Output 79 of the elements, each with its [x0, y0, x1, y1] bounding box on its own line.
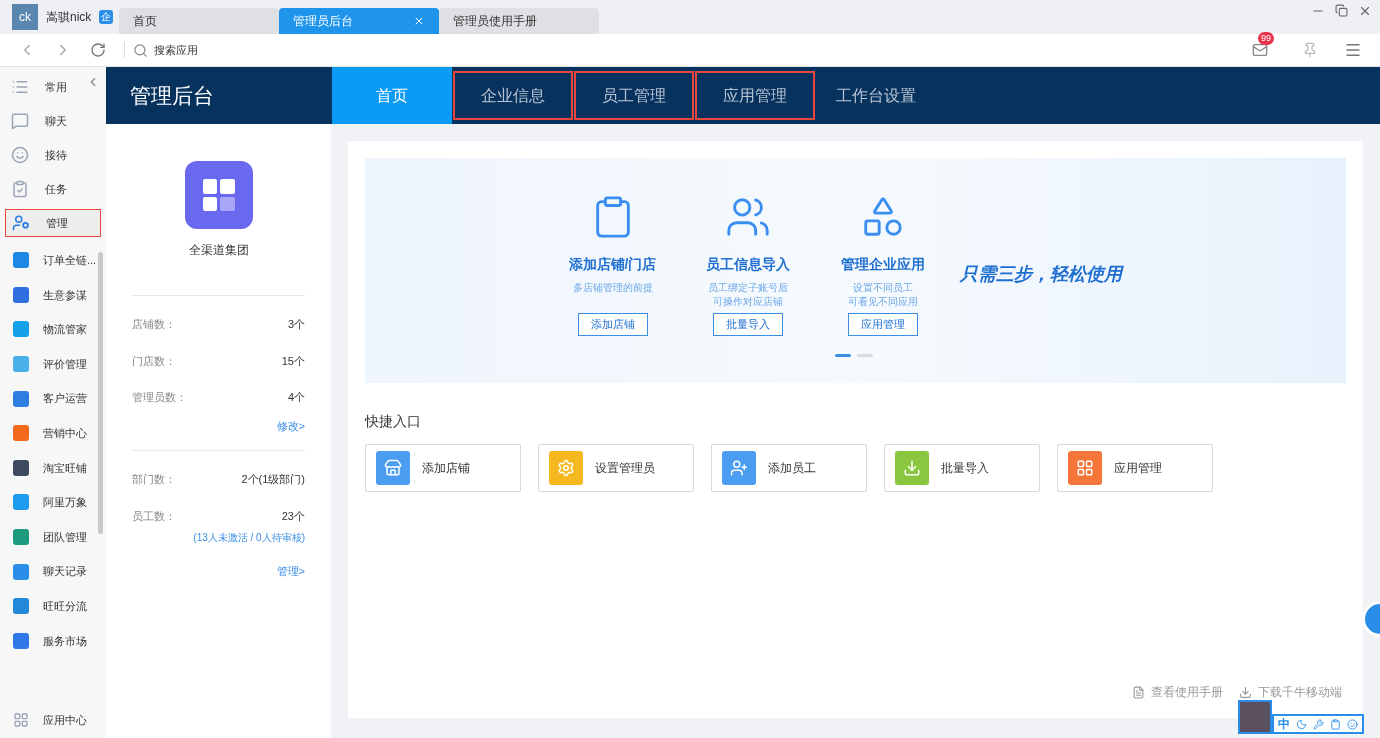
- restore-icon[interactable]: [1335, 4, 1348, 17]
- smiley-icon[interactable]: [1347, 718, 1358, 730]
- stat-label: 店铺数：: [132, 317, 176, 332]
- menu-icon[interactable]: [1344, 41, 1362, 59]
- step-button[interactable]: 批量导入: [712, 313, 783, 336]
- sidebar-item[interactable]: 阿里万象: [0, 485, 106, 520]
- user-gear-icon: [12, 214, 30, 232]
- step-button[interactable]: 添加店铺: [577, 313, 648, 336]
- step-title: 添加店铺/门店: [568, 255, 657, 274]
- sidebar-item[interactable]: 团队管理: [0, 519, 106, 555]
- stat-label: 部门数：: [132, 472, 176, 487]
- stat-label: 员工数：: [132, 508, 176, 524]
- sidebar-item[interactable]: 淘宝旺铺: [0, 450, 106, 486]
- sidebar-item[interactable]: 客户运营: [0, 381, 106, 416]
- sidebar-item[interactable]: 物流管家: [0, 312, 106, 347]
- sidebar-item[interactable]: 订单全链...: [0, 243, 106, 278]
- shortcut-button[interactable]: 应用管理: [1057, 444, 1213, 492]
- search-icon: [133, 42, 148, 58]
- sidebar-item[interactable]: 生意参谋: [0, 277, 106, 313]
- sidebar-item[interactable]: 接待: [5, 141, 101, 169]
- close-icon[interactable]: [1358, 4, 1372, 18]
- clipboard-icon: [11, 180, 29, 198]
- nav-tab[interactable]: 应用管理: [694, 71, 815, 120]
- sidebar-item[interactable]: 任务: [5, 175, 101, 203]
- mail-icon[interactable]: [1252, 42, 1268, 58]
- step-title: 员工信息导入: [705, 255, 790, 274]
- step-description: 员工绑定子账号后 可操作对应店铺: [707, 281, 788, 309]
- stat-label: 门店数：: [132, 353, 176, 369]
- grid-icon: [13, 712, 29, 728]
- step-title: 管理企业应用: [840, 255, 925, 274]
- stat-value: 3个: [287, 317, 305, 332]
- manage-link[interactable]: 管理>: [276, 563, 305, 580]
- browser-tab[interactable]: 首页: [119, 8, 280, 34]
- sidebar-item[interactable]: 营销中心: [0, 415, 106, 451]
- wrench-icon[interactable]: [1313, 718, 1324, 730]
- sidebar-item[interactable]: 服务市场: [0, 623, 106, 659]
- shortcut-button[interactable]: 设置管理员: [538, 444, 694, 492]
- chat-icon: [11, 112, 29, 130]
- nav-tab[interactable]: 员工管理: [573, 71, 694, 120]
- stat-value: 15个: [281, 353, 305, 369]
- stat-value: 23个: [281, 508, 305, 524]
- stat-value: 4个: [287, 390, 305, 405]
- company-logo: [184, 161, 253, 229]
- browser-tab[interactable]: 管理员使用手册: [439, 8, 600, 34]
- clipboard-icon[interactable]: [1330, 718, 1341, 730]
- face-icon: [11, 146, 29, 164]
- shortcut-button[interactable]: 添加员工: [711, 444, 867, 492]
- company-name: 全渠道集团: [188, 242, 249, 259]
- pin-icon[interactable]: [1302, 42, 1318, 58]
- step-description: 多店铺管理的前提: [572, 281, 653, 295]
- step-button[interactable]: 应用管理: [847, 313, 918, 336]
- sidebar-item[interactable]: 旺旺分流: [0, 588, 106, 624]
- page-title: 管理后台: [129, 82, 215, 109]
- moon-icon[interactable]: [1296, 718, 1307, 730]
- step-description: 设置不同员工 可看见不同应用: [847, 281, 918, 309]
- edit-link[interactable]: 修改>: [276, 417, 305, 434]
- nav-tab[interactable]: 工作台设置: [815, 67, 936, 124]
- sidebar-item[interactable]: 常用: [5, 73, 101, 101]
- sidebar-item[interactable]: 聊天: [5, 107, 101, 135]
- download-icon: [1239, 685, 1252, 699]
- notification-badge: 99: [1258, 32, 1274, 45]
- stat-label: 管理员数：: [132, 390, 187, 405]
- search-field[interactable]: 搜索应用: [154, 41, 354, 59]
- user-avatar[interactable]: ck: [12, 4, 38, 30]
- enterprise-badge: 企: [99, 10, 114, 24]
- sidebar-item[interactable]: 管理: [5, 209, 101, 237]
- stat-value: 2个(1级部门): [241, 472, 305, 487]
- document-icon: [1132, 685, 1145, 699]
- employee-status-note: (13人未激活 / 0人待审核): [193, 531, 305, 545]
- sidebar-item[interactable]: 聊天记录: [0, 554, 106, 589]
- refresh-icon[interactable]: [90, 42, 106, 58]
- sidebar-item[interactable]: 评价管理: [0, 346, 106, 382]
- user-name: 嵩骐nick: [46, 9, 92, 26]
- shortcut-button[interactable]: 添加店铺: [365, 444, 521, 492]
- section-title: 快捷入口: [365, 412, 422, 431]
- list-icon: [11, 78, 29, 96]
- slogan: 只需三步，轻松使用: [960, 263, 1122, 286]
- nav-tab[interactable]: 企业信息: [452, 71, 573, 120]
- shortcut-button[interactable]: 批量导入: [884, 444, 1040, 492]
